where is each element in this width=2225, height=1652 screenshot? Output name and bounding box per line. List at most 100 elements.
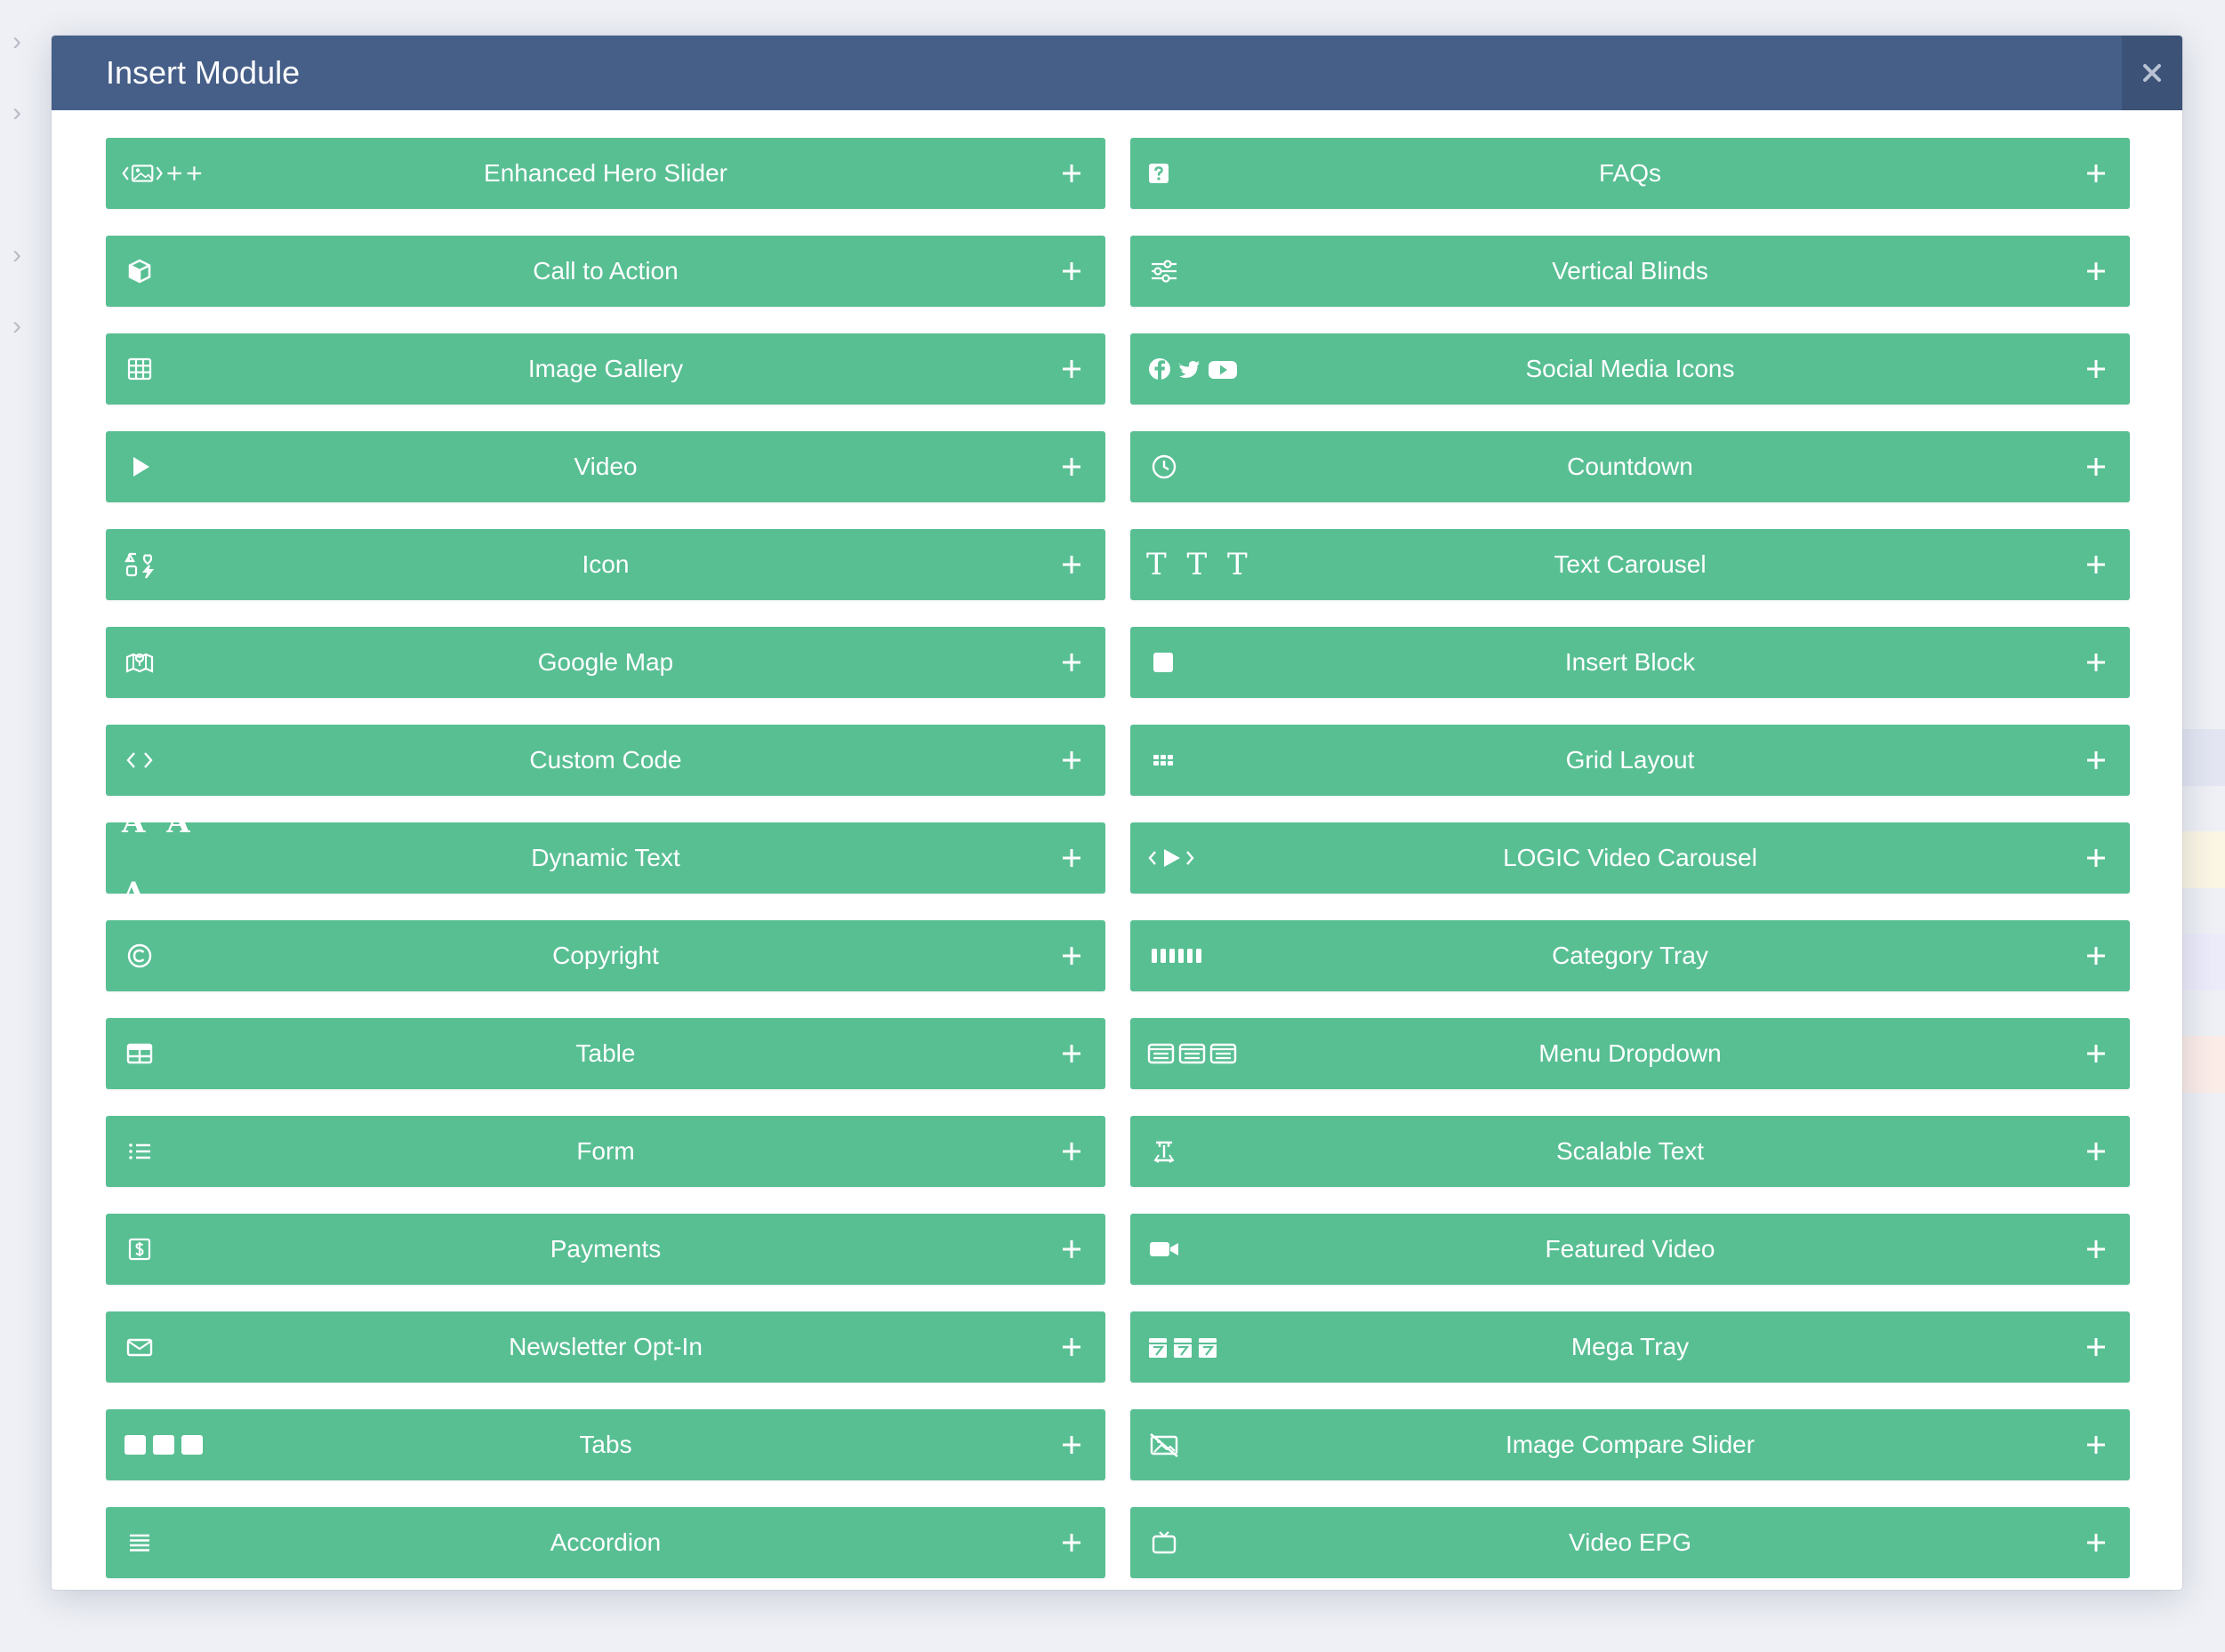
module-grid: Enhanced Hero Slider FAQs Call to Action… [106,138,2130,1578]
module-vertical-blinds[interactable]: Vertical Blinds [1130,236,2130,307]
plus-icon [2078,1116,2114,1187]
chevron-right-icon: › [12,27,21,56]
module-dynamic-text[interactable]: A A A Dynamic Text [106,805,1105,911]
module-label: Tabs [579,1431,632,1458]
plus-icon [2078,822,2114,894]
module-label: Social Media Icons [1525,355,1735,382]
chevron-right-icon: › [12,311,21,341]
chevron-right-icon: › [12,240,21,269]
plus-icon [1054,431,1089,502]
module-countdown[interactable]: Countdown [1130,431,2130,502]
module-label: Mega Tray [1570,1333,1690,1360]
module-label: Scalable Text [1555,1137,1705,1165]
plus-icon [2078,1214,2114,1285]
module-social-media-icons[interactable]: Social Media Icons [1130,333,2130,405]
module-label: Form [576,1137,635,1165]
module-label: Accordion [550,1528,662,1556]
plus-icon [1054,1214,1089,1285]
module-label: Text Carousel [1554,550,1707,578]
plus-icon [2078,333,2114,405]
module-logic-video-carousel[interactable]: LOGIC Video Carousel [1130,822,2130,894]
module-label: Category Tray [1552,942,1708,969]
module-menu-dropdown[interactable]: Menu Dropdown [1130,1018,2130,1089]
plus-icon [1054,1311,1089,1383]
plus-icon [1054,138,1089,209]
module-label: Payments [550,1235,662,1263]
insert-module-modal: Insert Module Enhanced Hero Slider FAQs [52,36,2182,1590]
plus-icon [2078,627,2114,698]
module-label: Copyright [552,942,659,969]
module-image-gallery[interactable]: Image Gallery [106,333,1105,405]
plus-icon [2078,1018,2114,1089]
plus-icon [2078,138,2114,209]
plus-icon [1054,236,1089,307]
module-icon[interactable]: Icon [106,529,1105,600]
module-label: Insert Block [1564,648,1696,676]
plus-icon [2078,920,2114,991]
module-label: Grid Layout [1565,746,1695,774]
module-call-to-action[interactable]: Call to Action [106,236,1105,307]
module-label: FAQs [1598,159,1661,187]
module-image-compare-slider[interactable]: Image Compare Slider [1130,1409,2130,1480]
module-newsletter-opt-in[interactable]: Newsletter Opt-In [106,1311,1105,1383]
module-label: Icon [582,550,630,578]
module-label: Countdown [1567,453,1693,480]
module-enhanced-hero-slider[interactable]: Enhanced Hero Slider [106,138,1105,209]
module-label: Video EPG [1568,1528,1692,1556]
plus-icon [1054,822,1089,894]
plus-icon [1054,529,1089,600]
module-google-map[interactable]: Google Map [106,627,1105,698]
module-label: Custom Code [529,746,682,774]
module-faqs[interactable]: FAQs [1130,138,2130,209]
module-label: Google Map [537,648,674,676]
module-featured-video[interactable]: Featured Video [1130,1214,2130,1285]
module-label: Video [574,453,638,480]
plus-icon [2078,431,2114,502]
module-label: Featured Video [1545,1235,1715,1263]
module-payments[interactable]: Payments [106,1214,1105,1285]
module-mega-tray[interactable]: Mega Tray [1130,1311,2130,1383]
module-scalable-text[interactable]: Scalable Text [1130,1116,2130,1187]
module-tabs[interactable]: Tabs [106,1409,1105,1480]
module-label: Call to Action [533,257,679,285]
close-button[interactable] [2122,36,2182,110]
plus-icon [2078,236,2114,307]
plus-icon [2078,725,2114,796]
module-video[interactable]: Video [106,431,1105,502]
chevron-right-icon: › [12,98,21,127]
module-insert-block[interactable]: Insert Block [1130,627,2130,698]
module-label: Menu Dropdown [1538,1039,1722,1067]
module-label: Enhanced Hero Slider [484,159,727,187]
module-label: Newsletter Opt-In [509,1333,703,1360]
plus-icon [1054,1018,1089,1089]
module-custom-code[interactable]: Custom Code [106,725,1105,796]
modal-header: Insert Module [52,36,2182,110]
plus-icon [1054,920,1089,991]
module-form[interactable]: Form [106,1116,1105,1187]
module-accordion[interactable]: Accordion [106,1507,1105,1578]
module-table[interactable]: Table [106,1018,1105,1089]
plus-icon [1054,627,1089,698]
module-label: Table [575,1039,636,1067]
plus-icon [2078,529,2114,600]
plus-icon [1054,333,1089,405]
modal-title: Insert Module [106,54,301,91]
plus-icon [1054,1507,1089,1578]
module-label: Image Gallery [527,355,684,382]
plus-icon [2078,1311,2114,1383]
module-label: Image Compare Slider [1505,1431,1755,1458]
close-icon [2143,64,2161,82]
module-category-tray[interactable]: Category Tray [1130,920,2130,991]
module-text-carousel[interactable]: T T T Text Carousel [1130,529,2130,600]
module-label: Dynamic Text [531,844,680,871]
plus-icon [1054,1409,1089,1480]
module-video-epg[interactable]: Video EPG [1130,1507,2130,1578]
plus-icon [1054,1116,1089,1187]
plus-icon [2078,1507,2114,1578]
plus-icon [2078,1409,2114,1480]
module-copyright[interactable]: Copyright [106,920,1105,991]
module-label: LOGIC Video Carousel [1503,844,1757,871]
module-label: Vertical Blinds [1552,257,1708,285]
module-grid-layout[interactable]: Grid Layout [1130,725,2130,796]
plus-icon [1054,725,1089,796]
